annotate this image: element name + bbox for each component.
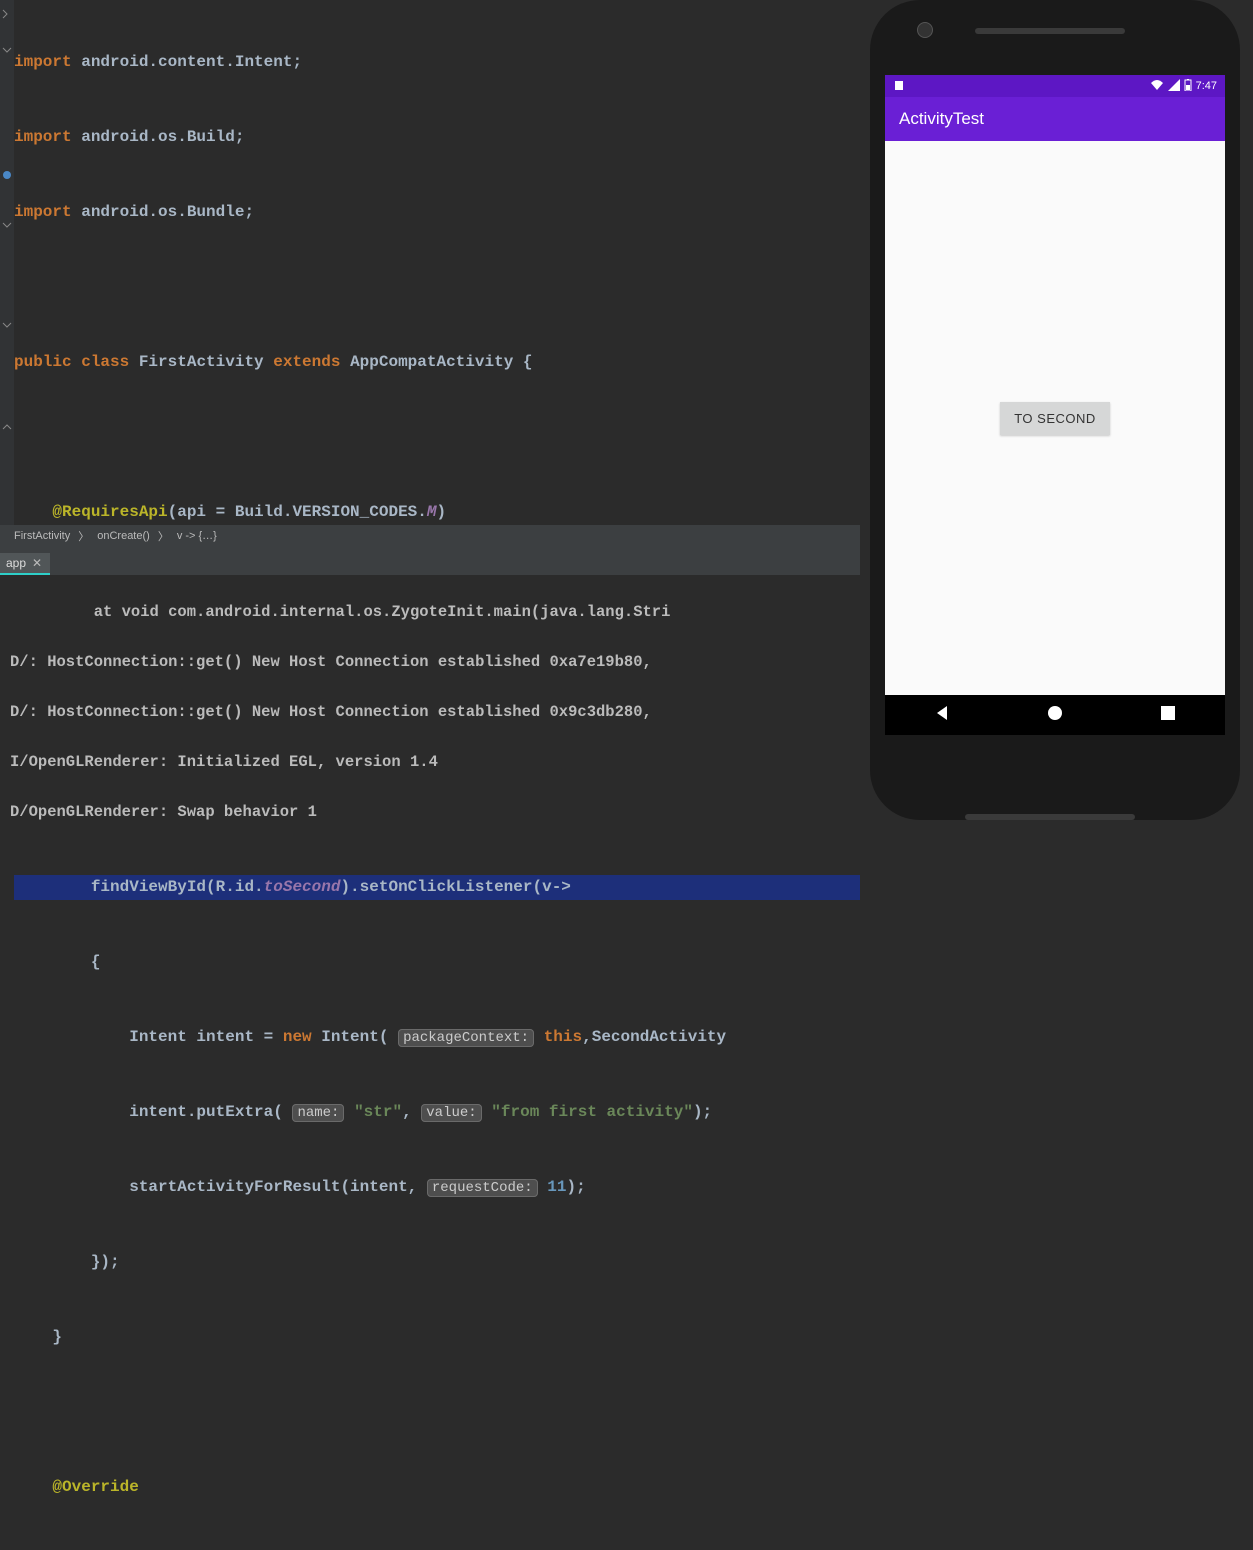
clock-text: 7:47 bbox=[1196, 80, 1217, 92]
param-hint: packageContext: bbox=[398, 1029, 534, 1047]
battery-icon bbox=[1184, 79, 1192, 94]
editor-gutter bbox=[0, 0, 14, 525]
home-icon[interactable] bbox=[1046, 704, 1064, 727]
tab-app[interactable]: app ✕ bbox=[0, 553, 50, 575]
log-line: at void com.android.internal.os.ZygoteIn… bbox=[10, 600, 860, 625]
current-line[interactable]: findViewById(R.id.toSecond).setOnClickLi… bbox=[14, 875, 860, 900]
override-icon[interactable] bbox=[2, 167, 12, 177]
tab-label: app bbox=[6, 556, 26, 570]
fold-icon[interactable] bbox=[2, 317, 12, 327]
android-statusbar: 7:47 bbox=[885, 75, 1225, 97]
log-line: D/OpenGLRenderer: Swap behavior 1 bbox=[10, 800, 860, 825]
param-hint: name: bbox=[292, 1104, 344, 1122]
breadcrumb[interactable]: FirstActivity 〉 onCreate() 〉 v -> {…} bbox=[0, 525, 860, 547]
fold-icon[interactable] bbox=[2, 417, 12, 427]
phone-screen[interactable]: 7:47 ActivityTest TO SECOND bbox=[885, 75, 1225, 695]
back-icon[interactable] bbox=[933, 704, 951, 727]
phone-camera bbox=[917, 22, 933, 38]
recents-icon[interactable] bbox=[1159, 704, 1177, 727]
breadcrumb-method[interactable]: onCreate() bbox=[97, 530, 150, 542]
breadcrumb-class[interactable]: FirstActivity bbox=[14, 530, 70, 542]
fold-icon[interactable] bbox=[2, 42, 12, 52]
android-navbar bbox=[885, 695, 1225, 735]
breadcrumb-lambda[interactable]: v -> {…} bbox=[177, 530, 217, 542]
activity-content[interactable]: TO SECOND bbox=[885, 141, 1225, 695]
notification-icon bbox=[893, 79, 905, 94]
app-toolbar: ActivityTest bbox=[885, 97, 1225, 141]
phone-chin bbox=[965, 814, 1135, 820]
fold-icon[interactable] bbox=[2, 217, 12, 227]
param-hint: value: bbox=[421, 1104, 481, 1122]
close-icon[interactable]: ✕ bbox=[32, 556, 42, 570]
kw-import: import bbox=[14, 53, 72, 71]
to-second-button[interactable]: TO SECOND bbox=[1000, 402, 1110, 435]
fold-icon[interactable] bbox=[2, 6, 12, 16]
signal-icon bbox=[1168, 79, 1180, 94]
logcat-panel[interactable]: at void com.android.internal.os.ZygoteIn… bbox=[0, 575, 860, 840]
emulator-device: 7:47 ActivityTest TO SECOND bbox=[855, 0, 1253, 840]
app-title: ActivityTest bbox=[899, 109, 984, 129]
phone-speaker bbox=[975, 28, 1125, 34]
log-line: I/OpenGLRenderer: Initialized EGL, versi… bbox=[10, 750, 860, 775]
wifi-icon bbox=[1150, 79, 1164, 94]
log-line: D/: HostConnection::get() New Host Conne… bbox=[10, 650, 860, 675]
param-hint: requestCode: bbox=[427, 1179, 538, 1197]
logcat-tabbar: app ✕ bbox=[0, 547, 860, 575]
code-editor[interactable]: import android.content.Intent; import an… bbox=[0, 0, 860, 525]
log-line: D/: HostConnection::get() New Host Conne… bbox=[10, 700, 860, 725]
